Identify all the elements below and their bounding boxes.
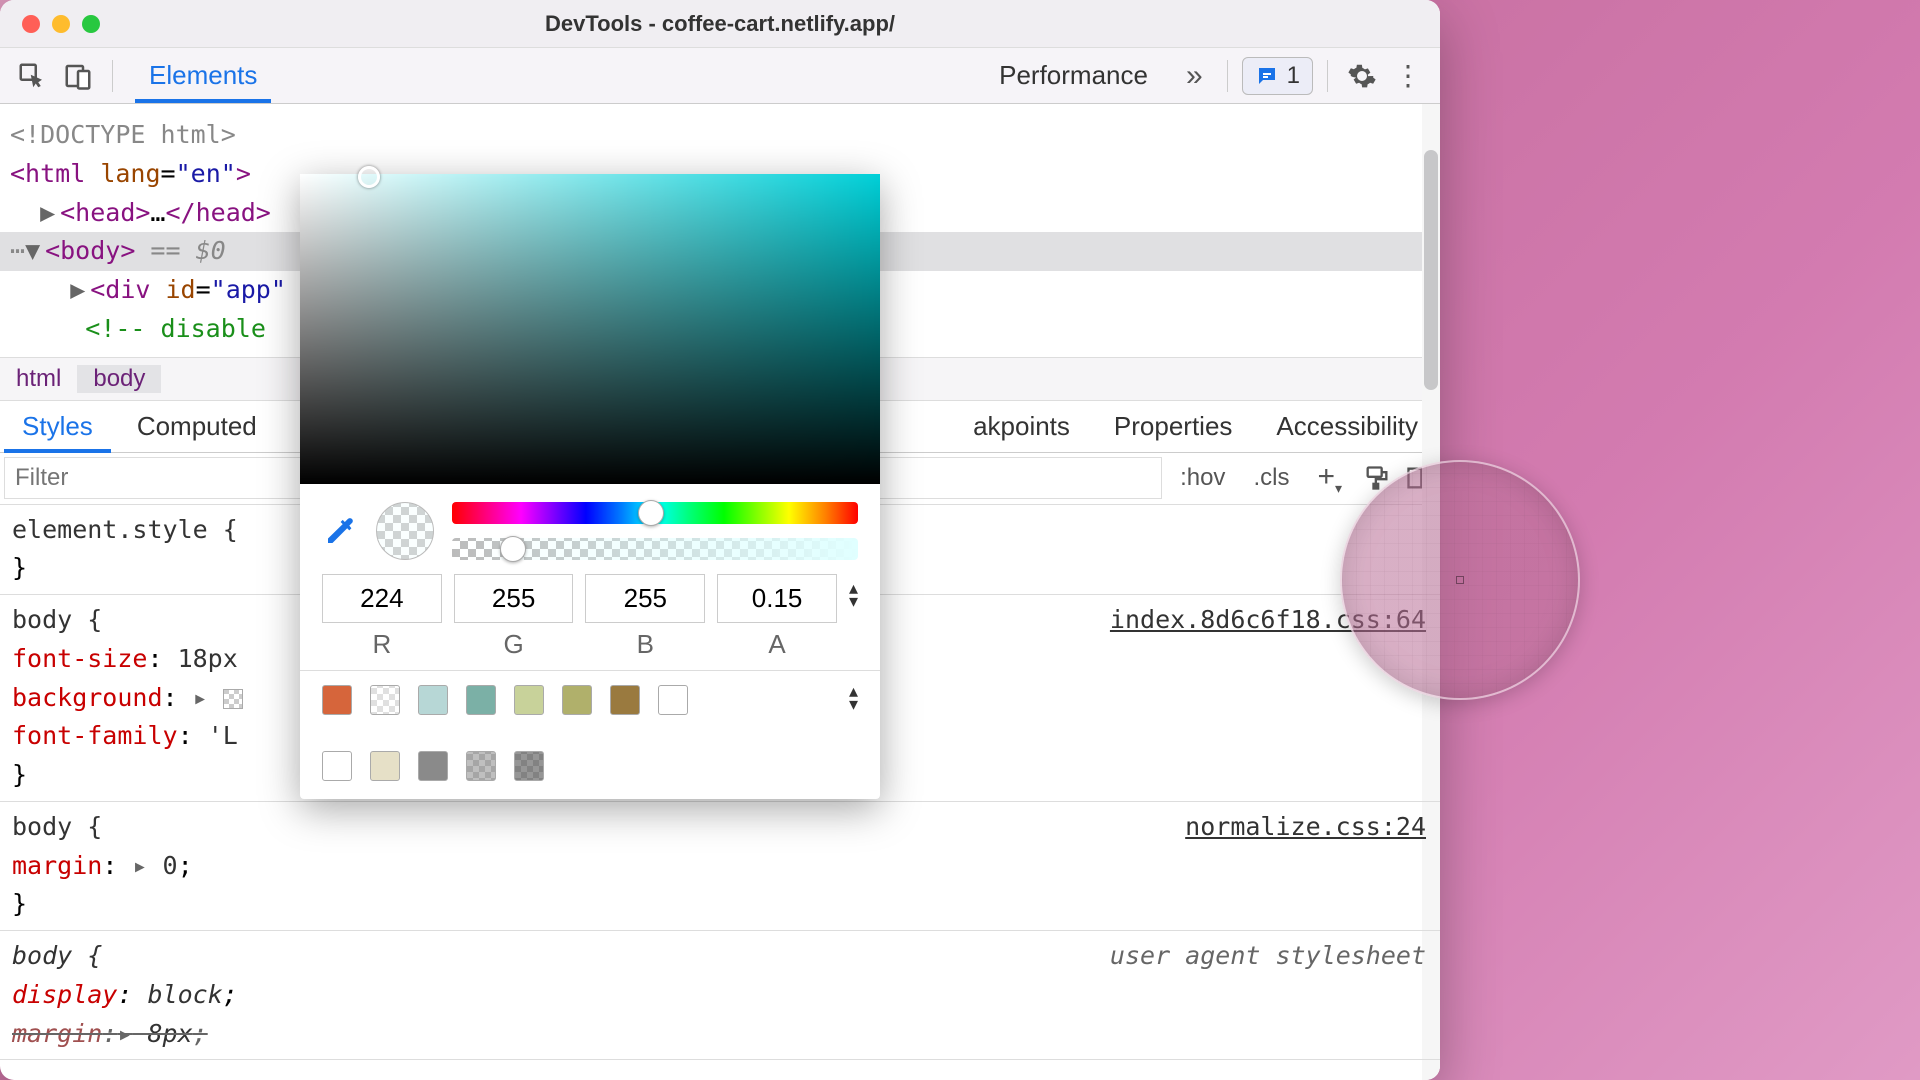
device-toolbar-icon[interactable]: [58, 56, 98, 96]
swatch[interactable]: [610, 685, 640, 715]
subtab-properties[interactable]: Properties: [1092, 401, 1255, 452]
eyedropper-magnifier[interactable]: [1340, 460, 1580, 700]
inspect-element-icon[interactable]: [12, 56, 52, 96]
issues-count: 1: [1287, 62, 1300, 90]
swatch[interactable]: [658, 685, 688, 715]
crumb-html[interactable]: html: [0, 365, 77, 393]
tab-performance[interactable]: Performance: [977, 48, 1170, 103]
swatch[interactable]: [322, 751, 352, 781]
subtab-breakpoints[interactable]: akpoints: [951, 401, 1092, 452]
separator: [1327, 60, 1328, 92]
rule-body-normalize: normalize.css:24 body { margin: ▸ 0; }: [0, 802, 1440, 931]
palette-swatches: ▴▾: [300, 670, 880, 799]
color-swatch-icon[interactable]: [223, 689, 243, 709]
hov-toggle[interactable]: :hov: [1170, 460, 1235, 496]
doctype: <!DOCTYPE html>: [10, 120, 236, 149]
source-link[interactable]: normalize.css:24: [1185, 808, 1426, 847]
crumb-body[interactable]: body: [77, 365, 161, 393]
g-input[interactable]: [454, 574, 574, 623]
separator: [112, 60, 113, 92]
chat-icon: [1255, 64, 1279, 88]
sv-handle[interactable]: [358, 166, 380, 188]
swatch[interactable]: [322, 685, 352, 715]
saturation-value-field[interactable]: [300, 174, 880, 484]
palette-toggle[interactable]: ▴▾: [849, 685, 858, 710]
issues-badge[interactable]: 1: [1242, 57, 1313, 95]
cls-toggle[interactable]: .cls: [1243, 460, 1299, 496]
swatch[interactable]: [370, 685, 400, 715]
swatch[interactable]: [418, 685, 448, 715]
settings-icon[interactable]: [1342, 56, 1382, 96]
color-mode-toggle[interactable]: ▴▾: [849, 574, 858, 607]
color-picker-popover: R G B A ▴▾: [300, 174, 880, 799]
more-tabs-icon[interactable]: »: [1176, 59, 1213, 93]
subtab-styles[interactable]: Styles: [0, 401, 115, 452]
swatch[interactable]: [418, 751, 448, 781]
more-menu-icon[interactable]: ⋮: [1388, 56, 1428, 96]
zoom-window-button[interactable]: [82, 15, 100, 33]
titlebar: DevTools - coffee-cart.netlify.app/: [0, 0, 1440, 48]
alpha-slider[interactable]: [452, 538, 858, 560]
main-toolbar: Elements Performance » 1 ⋮: [0, 48, 1440, 104]
color-preview: [376, 502, 434, 560]
devtools-window: DevTools - coffee-cart.netlify.app/ Elem…: [0, 0, 1440, 1080]
swatch[interactable]: [370, 751, 400, 781]
separator: [1227, 60, 1228, 92]
swatch[interactable]: [514, 751, 544, 781]
swatch[interactable]: [514, 685, 544, 715]
traffic-lights: [22, 15, 100, 33]
panel-tabs: Elements: [127, 48, 279, 103]
rgba-inputs: R G B A ▴▾: [300, 574, 880, 670]
subtab-accessibility[interactable]: Accessibility: [1254, 401, 1440, 452]
close-window-button[interactable]: [22, 15, 40, 33]
window-title: DevTools - coffee-cart.netlify.app/: [0, 11, 1440, 37]
b-input[interactable]: [585, 574, 705, 623]
hue-slider[interactable]: [452, 502, 858, 524]
tab-elements[interactable]: Elements: [127, 48, 279, 103]
eyedropper-icon[interactable]: [322, 513, 358, 549]
r-input[interactable]: [322, 574, 442, 623]
subtab-computed[interactable]: Computed: [115, 401, 279, 452]
swatch[interactable]: [466, 685, 496, 715]
a-input[interactable]: [717, 574, 837, 623]
swatch[interactable]: [562, 685, 592, 715]
source-label: user agent stylesheet: [1110, 937, 1426, 976]
minimize-window-button[interactable]: [52, 15, 70, 33]
main-area: <!DOCTYPE html> <html lang="en"> ▶<head>…: [0, 104, 1440, 1080]
swatch[interactable]: [466, 751, 496, 781]
new-rule-button[interactable]: +▾: [1307, 460, 1352, 497]
rule-body-useragent: user agent stylesheet body { display: bl…: [0, 931, 1440, 1060]
